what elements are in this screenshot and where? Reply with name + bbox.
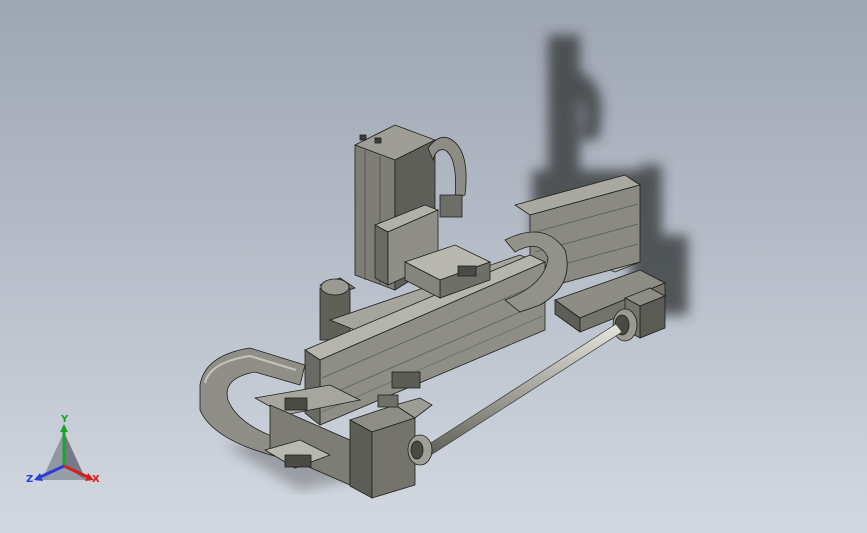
triad-z-label: Z	[26, 474, 34, 485]
triad-x-label: X	[92, 474, 100, 485]
triad-y-label: Y	[61, 414, 69, 425]
reference-triad[interactable]: Y X Z	[24, 414, 104, 493]
gantry-robot-model[interactable]	[0, 0, 867, 533]
3d-graphics-viewport[interactable]: Y X Z	[0, 0, 867, 533]
front-stepper-motor[interactable]	[349, 397, 433, 499]
